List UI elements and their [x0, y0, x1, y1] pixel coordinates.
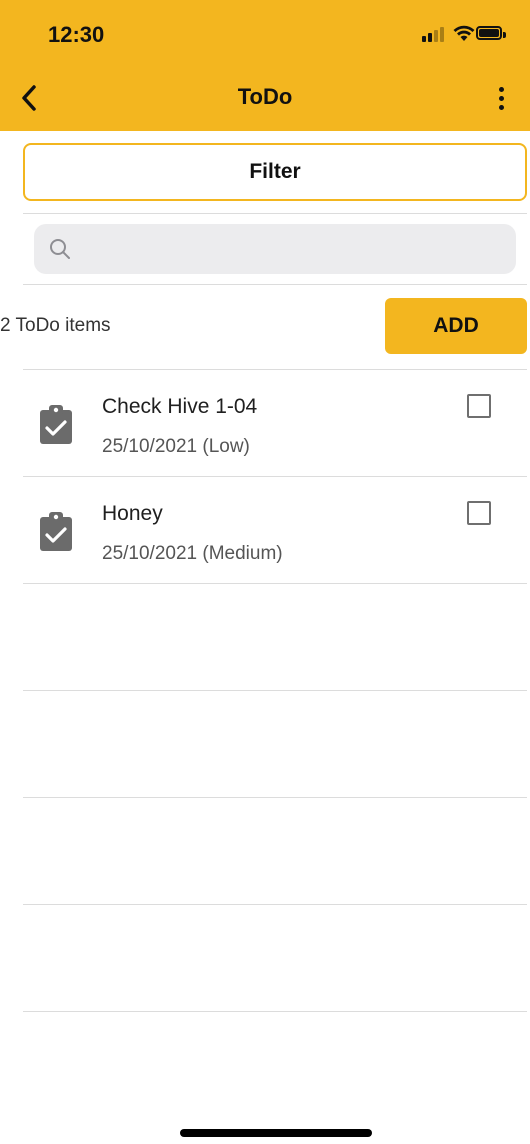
divider — [23, 213, 527, 214]
divider — [23, 904, 527, 905]
divider — [23, 797, 527, 798]
divider — [23, 583, 527, 584]
todo-count: 2 ToDo items — [0, 315, 111, 336]
battery-icon — [476, 26, 502, 40]
search-icon — [50, 239, 70, 259]
todo-item[interactable]: Check Hive 1-04 25/10/2021 (Low) — [23, 370, 527, 476]
todo-title: Honey — [102, 502, 163, 525]
search-bar[interactable] — [34, 224, 516, 276]
clipboard-check-icon — [40, 512, 72, 551]
todo-date-priority: 25/10/2021 (Medium) — [102, 543, 283, 564]
todo-title: Check Hive 1-04 — [102, 395, 258, 418]
divider — [23, 1011, 527, 1012]
filter-button[interactable]: Filter — [23, 143, 527, 201]
divider — [23, 690, 527, 691]
todo-item[interactable]: Honey 25/10/2021 (Medium) — [23, 477, 527, 583]
clipboard-check-icon — [40, 405, 72, 444]
wifi-icon — [453, 25, 475, 41]
status-icons — [422, 22, 508, 46]
todo-checkbox[interactable] — [467, 501, 491, 525]
page-title: ToDo — [237, 84, 293, 109]
home-indicator[interactable] — [180, 1129, 372, 1137]
todo-checkbox[interactable] — [467, 394, 491, 418]
app-header: 12:30 ToDo — [0, 0, 530, 131]
divider — [23, 284, 527, 285]
add-button[interactable]: ADD — [385, 298, 527, 354]
search-input[interactable] — [84, 224, 504, 276]
todo-date-priority: 25/10/2021 (Low) — [102, 436, 250, 457]
more-options-button[interactable] — [488, 82, 514, 116]
status-time: 12:30 — [48, 22, 105, 47]
